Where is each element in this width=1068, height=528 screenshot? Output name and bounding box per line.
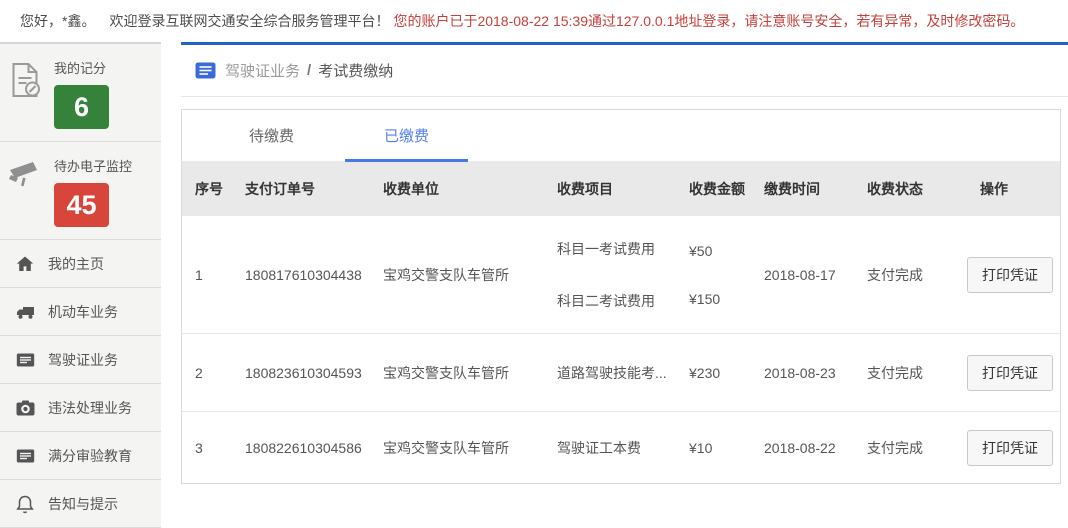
row-status: 支付完成	[867, 364, 923, 381]
tab-paid[interactable]: 已缴费	[339, 110, 474, 162]
table-header-row: 序号 支付订单号 收费单位 收费项目 收费金额 缴费时间 收费状态 操作	[182, 162, 1060, 216]
tab-pending-payment[interactable]: 待缴费	[204, 110, 339, 161]
fee-item-name: 道路驾驶技能考...	[557, 364, 667, 381]
sidebar-item-pending-surveillance[interactable]: 待办电子监控 45	[0, 142, 161, 240]
cctv-camera-icon	[8, 156, 54, 227]
table-row: 2 180823610304593 宝鸡交警支队车管所 道路驾驶技能考... ¥…	[182, 334, 1060, 412]
fee-item-name: 科目一考试费用	[557, 240, 655, 257]
sidebar-item-label: 我的主页	[48, 255, 104, 272]
row-status: 支付完成	[867, 266, 923, 283]
sidebar-item-notices[interactable]: 告知与提示	[0, 480, 161, 528]
row-pay-date: 2018-08-23	[764, 364, 836, 381]
row-fee-amounts: ¥50 ¥150	[689, 243, 764, 307]
breadcrumb-separator: /	[307, 62, 312, 79]
welcome-message: 欢迎登录互联网交通安全综合服务管理平台！	[109, 13, 390, 29]
row-pay-date: 2018-08-17	[764, 266, 836, 283]
camera-icon	[14, 400, 36, 416]
header-order-no: 支付订单号	[245, 181, 315, 197]
sidebar-item-full-score-education[interactable]: 满分审验教育	[0, 432, 161, 480]
breadcrumb-section[interactable]: 驾驶证业务	[225, 60, 300, 81]
fee-item-amount: ¥50	[689, 242, 713, 259]
sidebar-item-my-points[interactable]: 我的记分 6	[0, 44, 161, 142]
table-row: 3 180822610304586 宝鸡交警支队车管所 驾驶证工本费 ¥10 2…	[182, 412, 1060, 483]
login-security-alert: 您的账户已于2018-08-22 15:39通过127.0.0.1地址登录，请注…	[393, 13, 1025, 29]
print-receipt-button[interactable]: 打印凭证	[967, 429, 1053, 466]
fee-item-name: 科目二考试费用	[557, 292, 655, 309]
sidebar-item-violation-services[interactable]: 违法处理业务	[0, 384, 161, 432]
row-order-no: 180822610304586	[245, 439, 362, 456]
sidebar-item-label: 满分审验教育	[48, 447, 132, 464]
row-index: 1	[195, 266, 203, 283]
my-points-badge: 6	[54, 85, 109, 129]
breadcrumb: 驾驶证业务 / 考试费缴纳	[181, 45, 1068, 97]
sidebar-item-license-services[interactable]: 驾驶证业务	[0, 336, 161, 384]
print-receipt-button[interactable]: 打印凭证	[967, 256, 1053, 293]
header-action: 操作	[980, 181, 1008, 197]
print-receipt-button[interactable]: 打印凭证	[967, 354, 1053, 391]
truck-icon	[14, 304, 36, 320]
tab-bar: 待缴费 已缴费	[182, 110, 1060, 162]
pending-surveillance-label: 待办电子监控	[54, 159, 133, 174]
sidebar: 我的记分 6 待办电子监控 45 我的主页 机动车业务 驾驶证业务 违法处理业务…	[0, 42, 161, 528]
user-greeting: 您好，*鑫。	[20, 13, 96, 29]
row-index: 3	[195, 439, 203, 456]
sidebar-item-label: 机动车业务	[48, 303, 118, 320]
fee-item-name: 驾驶证工本费	[557, 439, 641, 456]
license-card-icon	[14, 352, 36, 368]
sidebar-item-label: 告知与提示	[48, 495, 118, 512]
bell-icon	[14, 494, 36, 514]
sidebar-item-label: 违法处理业务	[48, 399, 132, 416]
home-icon	[14, 256, 36, 272]
list-icon	[14, 448, 36, 464]
pending-surveillance-badge: 45	[54, 183, 109, 227]
score-document-icon	[8, 58, 54, 129]
row-status: 支付完成	[867, 439, 923, 456]
fee-item-amount: ¥230	[689, 364, 721, 381]
sidebar-item-vehicle-services[interactable]: 机动车业务	[0, 288, 161, 336]
fee-item-amount: ¥150	[689, 290, 721, 307]
row-unit: 宝鸡交警支队车管所	[383, 364, 509, 381]
sidebar-item-label: 驾驶证业务	[48, 351, 118, 368]
fee-item-amount: ¥10	[689, 439, 713, 456]
header-status: 收费状态	[867, 181, 923, 197]
row-index: 2	[195, 364, 203, 381]
header-index: 序号	[195, 181, 223, 197]
row-unit: 宝鸡交警支队车管所	[383, 439, 509, 456]
list-card-icon	[195, 62, 216, 79]
sidebar-item-home[interactable]: 我的主页	[0, 240, 161, 288]
header-item: 收费项目	[557, 181, 613, 197]
my-points-label: 我的记分	[54, 61, 107, 76]
header-pay-date: 缴费时间	[764, 181, 820, 197]
row-pay-date: 2018-08-22	[764, 439, 836, 456]
header-amount: 收费金额	[689, 181, 745, 197]
table-row: 1 180817610304438 宝鸡交警支队车管所 科目一考试费用 科目二考…	[182, 216, 1060, 334]
main-content: 驾驶证业务 / 考试费缴纳 待缴费 已缴费 序号 支付订单号 收费单位 收费项目…	[181, 42, 1068, 528]
top-notification-bar: 您好，*鑫。 欢迎登录互联网交通安全综合服务管理平台！ 您的账户已于2018-0…	[0, 0, 1068, 42]
row-order-no: 180817610304438	[245, 266, 362, 283]
row-unit: 宝鸡交警支队车管所	[383, 266, 509, 283]
header-unit: 收费单位	[383, 181, 439, 197]
row-fee-items: 科目一考试费用 科目二考试费用	[557, 239, 689, 311]
row-order-no: 180823610304593	[245, 364, 362, 381]
page-title: 考试费缴纳	[318, 63, 394, 80]
payment-card: 待缴费 已缴费 序号 支付订单号 收费单位 收费项目 收费金额 缴费时间 收费状…	[181, 109, 1061, 484]
page: 您好，*鑫。 欢迎登录互联网交通安全综合服务管理平台！ 您的账户已于2018-0…	[0, 0, 1068, 528]
